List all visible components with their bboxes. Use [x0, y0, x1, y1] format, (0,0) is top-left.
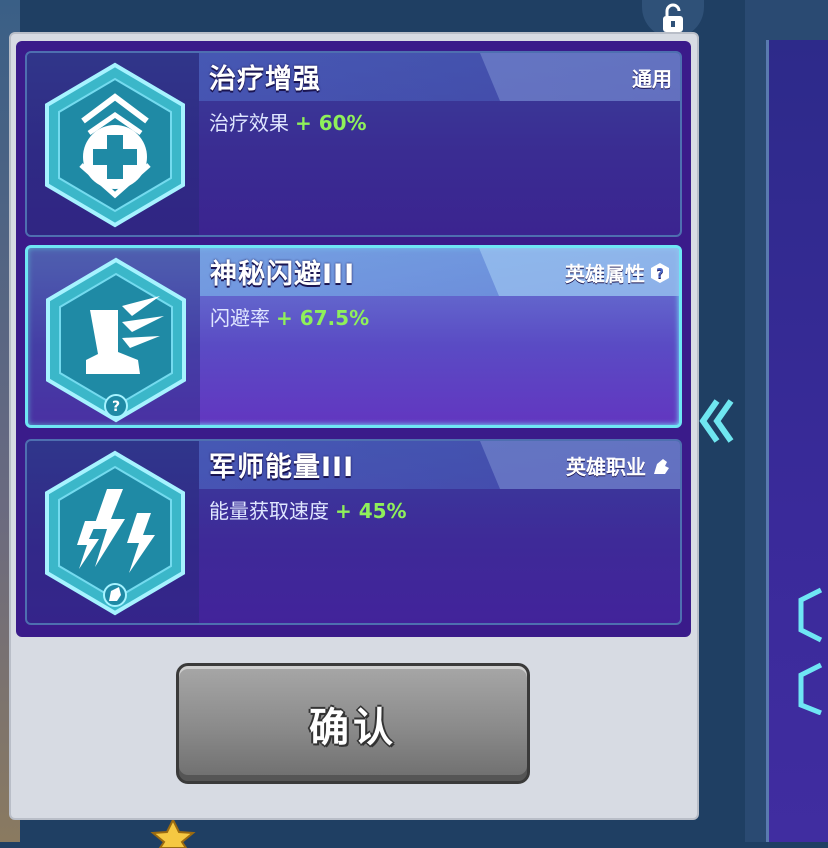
- skill-stat-bonus: + 60%: [295, 111, 367, 135]
- svg-text:?: ?: [656, 267, 664, 282]
- skill-card-heal-boost[interactable]: 治疗增强 通用 治疗效果 + 60%: [25, 51, 682, 237]
- skill-stat-label: 闪避率: [210, 306, 270, 330]
- svg-text:?: ?: [112, 399, 120, 415]
- skill-icon-frame: [27, 53, 199, 235]
- confirm-button-label: 确认: [309, 704, 397, 751]
- question-icon[interactable]: ?: [649, 262, 671, 284]
- skill-tag: 通用: [632, 63, 672, 92]
- side-panel-decoration-icon: [798, 587, 823, 715]
- skill-tag: 英雄职业: [566, 451, 672, 480]
- skill-tag: 英雄属性 ?: [565, 258, 671, 287]
- class-icon: [650, 455, 672, 477]
- lightning-icon: [45, 450, 185, 616]
- skill-stat-label: 能量获取速度: [209, 499, 329, 523]
- skill-icon-frame: [27, 441, 199, 623]
- double-chevron-left-icon: [699, 399, 734, 443]
- skill-tag-label: 英雄属性: [565, 262, 645, 286]
- skill-description: 治疗效果 + 60%: [209, 107, 367, 136]
- winged-boot-icon: ?: [46, 257, 186, 423]
- skill-description: 闪避率 + 67.5%: [210, 302, 369, 331]
- skill-icon-frame: ?: [28, 248, 200, 425]
- background-side-panel: [766, 40, 828, 842]
- heal-cross-icon: [45, 62, 185, 228]
- skill-tag-label: 英雄职业: [566, 455, 646, 479]
- skill-card-mystic-dodge[interactable]: ? 神秘闪避III 英雄属性 ? 闪避率 + 67.5%: [25, 245, 682, 428]
- skill-stat-bonus: + 45%: [335, 499, 407, 523]
- skill-tag-label: 通用: [632, 67, 672, 91]
- collapse-arrow-button[interactable]: [697, 396, 737, 446]
- star-icon: [150, 818, 196, 848]
- confirm-button[interactable]: 确认: [176, 663, 530, 784]
- skill-title: 神秘闪避III: [210, 259, 356, 290]
- skill-stat-label: 治疗效果: [209, 111, 289, 135]
- unlock-icon: [663, 3, 683, 32]
- skill-card-strategist-energy[interactable]: 军师能量III 英雄职业 能量获取速度 + 45%: [25, 439, 682, 625]
- skill-title: 治疗增强: [209, 64, 321, 95]
- skill-title: 军师能量III: [209, 452, 355, 483]
- skill-description: 能量获取速度 + 45%: [209, 495, 407, 524]
- skill-stat-bonus: + 67.5%: [276, 306, 370, 330]
